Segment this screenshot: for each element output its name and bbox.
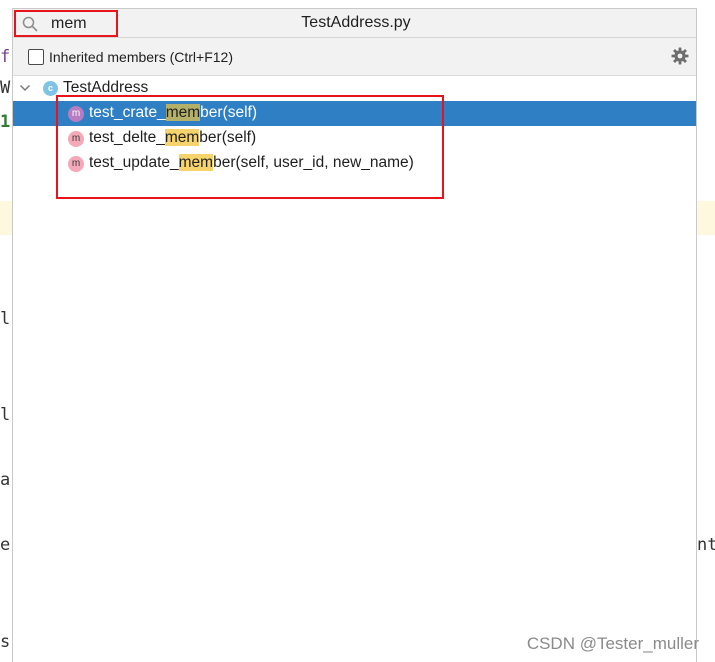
method-signature: test_crate_member(self)	[89, 104, 257, 121]
tree-node-method[interactable]: m test_delte_member(self)	[13, 126, 696, 151]
editor-code-fragment: 1	[0, 112, 11, 132]
file-structure-popup: mem TestAddress.py Inherited members (Ct…	[12, 8, 697, 662]
tree-node-method[interactable]: m test_crate_member(self)	[13, 101, 696, 126]
structure-tree: c TestAddress m test_crate_member(self) …	[13, 76, 696, 176]
editor-code-fragment: f	[0, 47, 11, 67]
editor-code-fragment: W	[0, 78, 11, 98]
search-match-highlight: mem	[164, 129, 200, 146]
inherited-members-checkbox[interactable]	[28, 49, 44, 65]
watermark: CSDN @Tester_muller	[526, 634, 699, 653]
gear-icon[interactable]	[671, 47, 689, 65]
editor-code-fragment: e	[0, 535, 11, 555]
chevron-down-icon[interactable]	[19, 83, 31, 93]
method-signature: test_delte_member(self)	[89, 129, 257, 146]
search-match-highlight: mem	[165, 104, 201, 121]
popup-title: TestAddress.py	[301, 14, 411, 31]
editor-code-fragment: nt	[697, 535, 715, 555]
class-icon: c	[43, 81, 58, 96]
method-signature: test_update_member(self, user_id, new_na…	[89, 154, 414, 171]
search-match-highlight: mem	[178, 154, 214, 171]
popup-header: mem TestAddress.py	[13, 9, 696, 38]
editor-code-fragment: s	[0, 632, 11, 652]
class-name: TestAddress	[63, 79, 149, 96]
tree-node-class[interactable]: c TestAddress	[13, 76, 696, 101]
editor-code-fragment: a	[0, 470, 11, 490]
options-row: Inherited members (Ctrl+F12)	[13, 38, 696, 76]
inherited-members-label[interactable]: Inherited members (Ctrl+F12)	[49, 49, 233, 65]
editor-code-fragment: l	[0, 309, 11, 329]
method-icon: m	[68, 131, 84, 147]
method-icon: m	[68, 106, 84, 122]
tree-node-method[interactable]: m test_update_member(self, user_id, new_…	[13, 151, 696, 176]
method-icon: m	[68, 156, 84, 172]
editor-code-fragment: l	[0, 405, 11, 425]
